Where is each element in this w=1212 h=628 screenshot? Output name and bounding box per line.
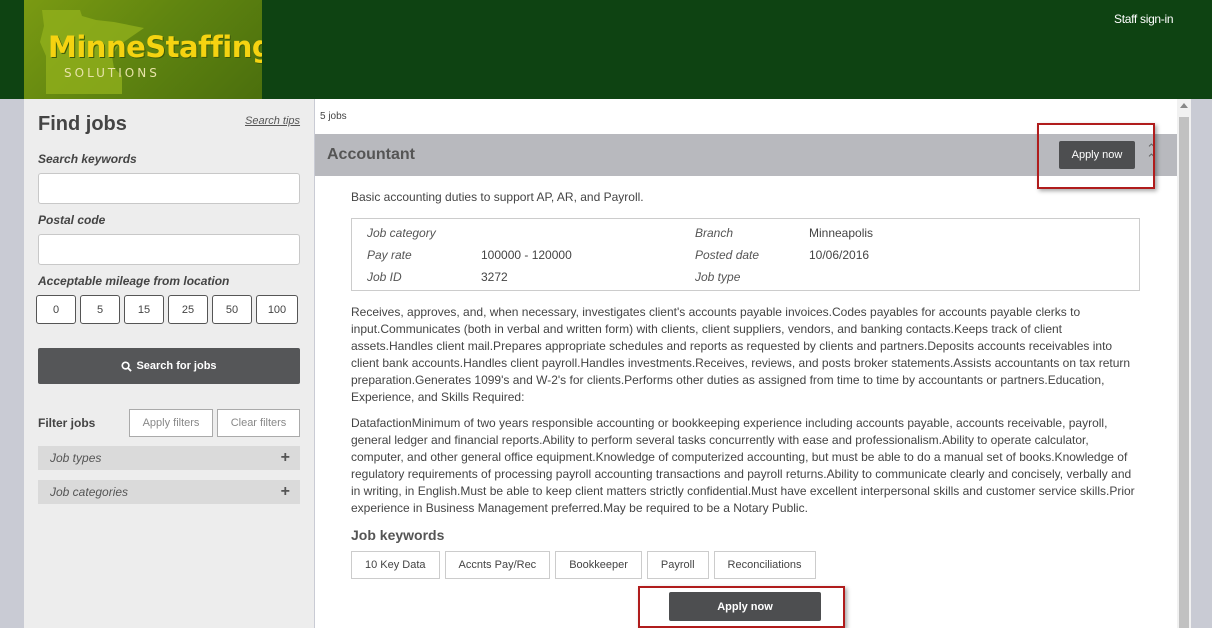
pay-rate-value: 100000 - 120000: [481, 248, 572, 262]
vertical-scrollbar[interactable]: [1177, 99, 1191, 628]
mileage-options: 0 5 15 25 50 100: [36, 295, 302, 324]
job-count: 5 jobs: [320, 111, 347, 122]
mileage-option-50[interactable]: 50: [212, 295, 252, 324]
highlight-box-top: [1037, 123, 1155, 189]
plus-icon: +: [280, 483, 290, 500]
find-jobs-heading: Find jobs: [38, 113, 127, 135]
job-type-label: Job type: [695, 270, 741, 284]
postal-code-input[interactable]: [38, 234, 300, 265]
search-keywords-label: Search keywords: [38, 152, 137, 166]
job-summary: Basic accounting duties to support AP, A…: [351, 190, 644, 204]
job-description-duties: Receives, approves, and, when necessary,…: [351, 305, 1131, 404]
job-types-accordion[interactable]: Job types +: [38, 446, 300, 470]
site-header: MinneStaffing SOLUTIONS Staff sign-in: [0, 0, 1212, 99]
branch-value: Minneapolis: [809, 226, 874, 240]
apply-filters-button[interactable]: Apply filters: [129, 409, 213, 437]
keyword-tag[interactable]: 10 Key Data: [351, 551, 440, 579]
job-types-label: Job types: [50, 451, 102, 465]
keyword-tag[interactable]: Accnts Pay/Rec: [444, 551, 551, 579]
keyword-tag[interactable]: Reconciliations: [713, 551, 816, 579]
clear-filters-button[interactable]: Clear filters: [217, 409, 300, 437]
job-info-table: Job category Pay rate 100000 - 120000 Jo…: [351, 218, 1140, 291]
job-categories-label: Job categories: [50, 485, 129, 499]
mileage-option-0[interactable]: 0: [36, 295, 76, 324]
mileage-option-5[interactable]: 5: [80, 295, 120, 324]
scroll-up-arrow-icon[interactable]: [1180, 103, 1188, 108]
job-title: Accountant: [327, 146, 415, 163]
search-tips-link[interactable]: Search tips: [245, 115, 300, 127]
search-keywords-input[interactable]: [38, 173, 300, 204]
mileage-label: Acceptable mileage from location: [38, 274, 230, 288]
search-for-jobs-label: Search for jobs: [136, 360, 217, 372]
filter-jobs-label: Filter jobs: [38, 416, 96, 430]
pay-rate-label: Pay rate: [367, 248, 412, 262]
job-keywords-heading: Job keywords: [351, 527, 445, 543]
posted-date-label: Posted date: [695, 248, 760, 262]
mileage-option-100[interactable]: 100: [256, 295, 298, 324]
job-category-label: Job category: [367, 226, 436, 240]
highlight-box-bottom: [638, 586, 845, 628]
plus-icon: +: [280, 449, 290, 466]
posted-date-value: 10/06/2016: [809, 248, 870, 262]
job-id-label: Job ID: [367, 270, 402, 284]
search-sidebar: Find jobs Search tips Search keywords Po…: [24, 99, 314, 628]
job-keywords-list: 10 Key Data Accnts Pay/Rec Bookkeeper Pa…: [351, 551, 816, 579]
logo-title: MinneStaffing: [48, 30, 262, 64]
scrollbar-thumb[interactable]: [1179, 117, 1189, 628]
logo[interactable]: MinneStaffing SOLUTIONS: [24, 0, 262, 99]
keyword-tag[interactable]: Payroll: [646, 551, 709, 579]
mileage-option-25[interactable]: 25: [168, 295, 208, 324]
staff-signin-link[interactable]: Staff sign-in: [1114, 12, 1174, 26]
branch-label: Branch: [695, 226, 734, 240]
search-for-jobs-button[interactable]: Search for jobs: [38, 348, 300, 384]
logo-subtitle: SOLUTIONS: [64, 66, 160, 80]
job-description-requirements: DatafactionMinimum of two years responsi…: [351, 416, 1135, 515]
postal-code-label: Postal code: [38, 213, 106, 227]
job-id-value: 3272: [481, 270, 508, 284]
mileage-option-15[interactable]: 15: [124, 295, 164, 324]
keyword-tag[interactable]: Bookkeeper: [555, 551, 642, 579]
search-icon: [121, 360, 133, 372]
job-categories-accordion[interactable]: Job categories +: [38, 480, 300, 504]
